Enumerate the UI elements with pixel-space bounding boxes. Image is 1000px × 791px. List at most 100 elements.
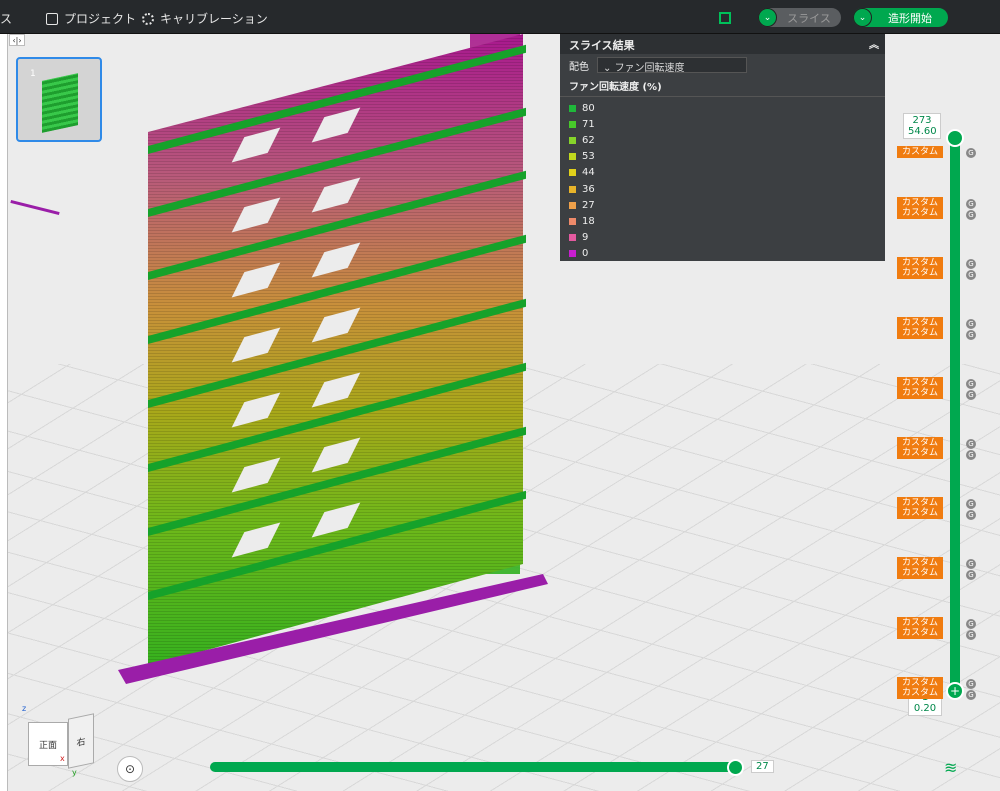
legend-swatch <box>569 201 576 209</box>
layer-slider-bottom-handle[interactable]: + <box>946 682 964 700</box>
calibration-tab[interactable]: キャリブレーション <box>142 10 268 27</box>
legend-value: 27 <box>582 199 595 211</box>
legend-item: 36 <box>569 181 876 197</box>
legend-item: 62 <box>569 132 876 148</box>
view-cube[interactable]: 正面 右 z x y <box>22 704 94 777</box>
top-layer-height: 54.60 <box>908 126 937 137</box>
move-slider-track[interactable] <box>210 762 737 772</box>
legend-value: 36 <box>582 183 595 195</box>
color-scheme-row: 配色 ⌄ ファン回転速度 <box>560 54 885 76</box>
fan-speed-legend: 80 71 62 53 44 36 27 18 9 0 <box>560 97 885 265</box>
custom-tag-label: カスタム <box>901 558 938 568</box>
project-icon <box>46 12 58 25</box>
gcode-icon[interactable]: G <box>966 619 976 629</box>
view-cube-right[interactable]: 右 <box>68 713 94 769</box>
gcode-icon[interactable]: G <box>966 450 976 460</box>
gcode-icon[interactable]: G <box>966 199 976 209</box>
color-scheme-select[interactable]: ⌄ ファン回転速度 <box>597 57 747 74</box>
legend-swatch <box>569 120 576 128</box>
custom-tag-label: カスタム <box>901 318 938 328</box>
legend-swatch <box>569 169 576 177</box>
layout-icon[interactable] <box>719 12 731 24</box>
custom-tag-label: カスタム <box>901 678 938 688</box>
legend-value: 18 <box>582 215 595 227</box>
custom-gcode-tag[interactable]: カスタム <box>897 146 943 158</box>
legend-item: 0 <box>569 246 876 262</box>
custom-gcode-tag[interactable]: カスタム カスタム <box>897 257 943 279</box>
legend-title: ファン回転速度 (%) <box>560 76 885 97</box>
stray-object <box>10 199 60 216</box>
chevron-down-icon[interactable]: ⌄ <box>853 8 872 27</box>
legend-value: 71 <box>582 118 595 130</box>
custom-gcode-tag[interactable]: カスタム カスタム <box>897 677 943 699</box>
custom-tag-label: カスタム <box>901 378 938 388</box>
gcode-icon[interactable]: G <box>966 319 976 329</box>
custom-tag-label: カスタム <box>901 508 938 518</box>
move-slider-handle[interactable] <box>727 759 744 776</box>
top-layer-readout: 273 54.60 <box>903 113 941 139</box>
gcode-icon[interactable]: G <box>966 510 976 520</box>
custom-tag-label: カスタム <box>901 328 938 338</box>
axis-x-label: x <box>60 754 65 763</box>
legend-value: 0 <box>582 248 589 260</box>
custom-gcode-tag[interactable]: カスタム カスタム <box>897 617 943 639</box>
legend-swatch <box>569 217 576 225</box>
camera-fit-button[interactable]: ⊙ <box>117 756 143 782</box>
sidebar-toggle-button[interactable]: ‹|› <box>9 34 25 46</box>
legend-item: 80 <box>569 100 876 116</box>
project-tab-label: プロジェクト <box>64 12 137 26</box>
custom-gcode-tag[interactable]: カスタム カスタム <box>897 317 943 339</box>
chevron-down-icon[interactable]: ⌄ <box>758 8 777 27</box>
legend-item: 53 <box>569 149 876 165</box>
custom-gcode-tag[interactable]: カスタム カスタム <box>897 557 943 579</box>
legend-item: 44 <box>569 165 876 181</box>
legend-value: 9 <box>582 232 589 244</box>
custom-tag-label: カスタム <box>901 438 938 448</box>
legend-swatch <box>569 136 576 144</box>
gcode-icon[interactable]: G <box>966 679 976 689</box>
legend-value: 80 <box>582 102 595 114</box>
custom-gcode-tag[interactable]: カスタム カスタム <box>897 497 943 519</box>
custom-gcode-tag[interactable]: カスタム カスタム <box>897 197 943 219</box>
gcode-icon[interactable]: G <box>966 148 976 158</box>
layers-icon[interactable]: ≋ <box>944 760 962 776</box>
custom-tag-label: カスタム <box>901 208 938 218</box>
plate-thumbnail[interactable]: 1 <box>16 57 102 142</box>
axis-y-label: y <box>72 768 77 777</box>
custom-tag-label: カスタム <box>901 568 938 578</box>
collapse-icon[interactable]: ︽ <box>869 36 879 51</box>
custom-tag-label: カスタム <box>901 618 938 628</box>
plate-number: 1 <box>30 69 36 79</box>
gcode-icon[interactable]: G <box>966 259 976 269</box>
prepare-tab[interactable]: ス <box>0 10 12 27</box>
legend-swatch <box>569 153 576 161</box>
top-layer-number: 273 <box>912 115 932 126</box>
panel-header[interactable]: スライス結果 ︽ <box>560 34 885 54</box>
bottom-layer-height: 0.20 <box>913 703 937 714</box>
gcode-icon[interactable]: G <box>966 630 976 640</box>
toggle-icon: ‹|› <box>12 35 22 45</box>
gcode-icon[interactable]: G <box>966 559 976 569</box>
gcode-icon[interactable]: G <box>966 379 976 389</box>
gcode-icon[interactable]: G <box>966 499 976 509</box>
gcode-icon[interactable]: G <box>966 270 976 280</box>
custom-tag-label: カスタム <box>901 268 938 278</box>
layer-slider-track[interactable] <box>950 137 960 690</box>
gcode-icon[interactable]: G <box>966 330 976 340</box>
gcode-icon[interactable]: G <box>966 570 976 580</box>
custom-gcode-tag[interactable]: カスタム カスタム <box>897 377 943 399</box>
calibration-icon <box>142 12 154 25</box>
gcode-icon[interactable]: G <box>966 390 976 400</box>
gcode-icon[interactable]: G <box>966 439 976 449</box>
custom-gcode-tag[interactable]: カスタム カスタム <box>897 437 943 459</box>
project-tab[interactable]: プロジェクト <box>46 10 136 27</box>
gcode-icon[interactable]: G <box>966 690 976 700</box>
custom-tag-label: カスタム <box>901 448 938 458</box>
custom-tag-label: カスタム <box>901 198 938 208</box>
legend-swatch <box>569 185 576 193</box>
print-button[interactable]: ⌄ 造形開始 <box>853 8 948 27</box>
layer-slider-top-handle[interactable] <box>946 129 964 147</box>
axis-z-label: z <box>22 704 27 713</box>
slice-button[interactable]: ⌄ スライス <box>758 8 841 27</box>
gcode-icon[interactable]: G <box>966 210 976 220</box>
